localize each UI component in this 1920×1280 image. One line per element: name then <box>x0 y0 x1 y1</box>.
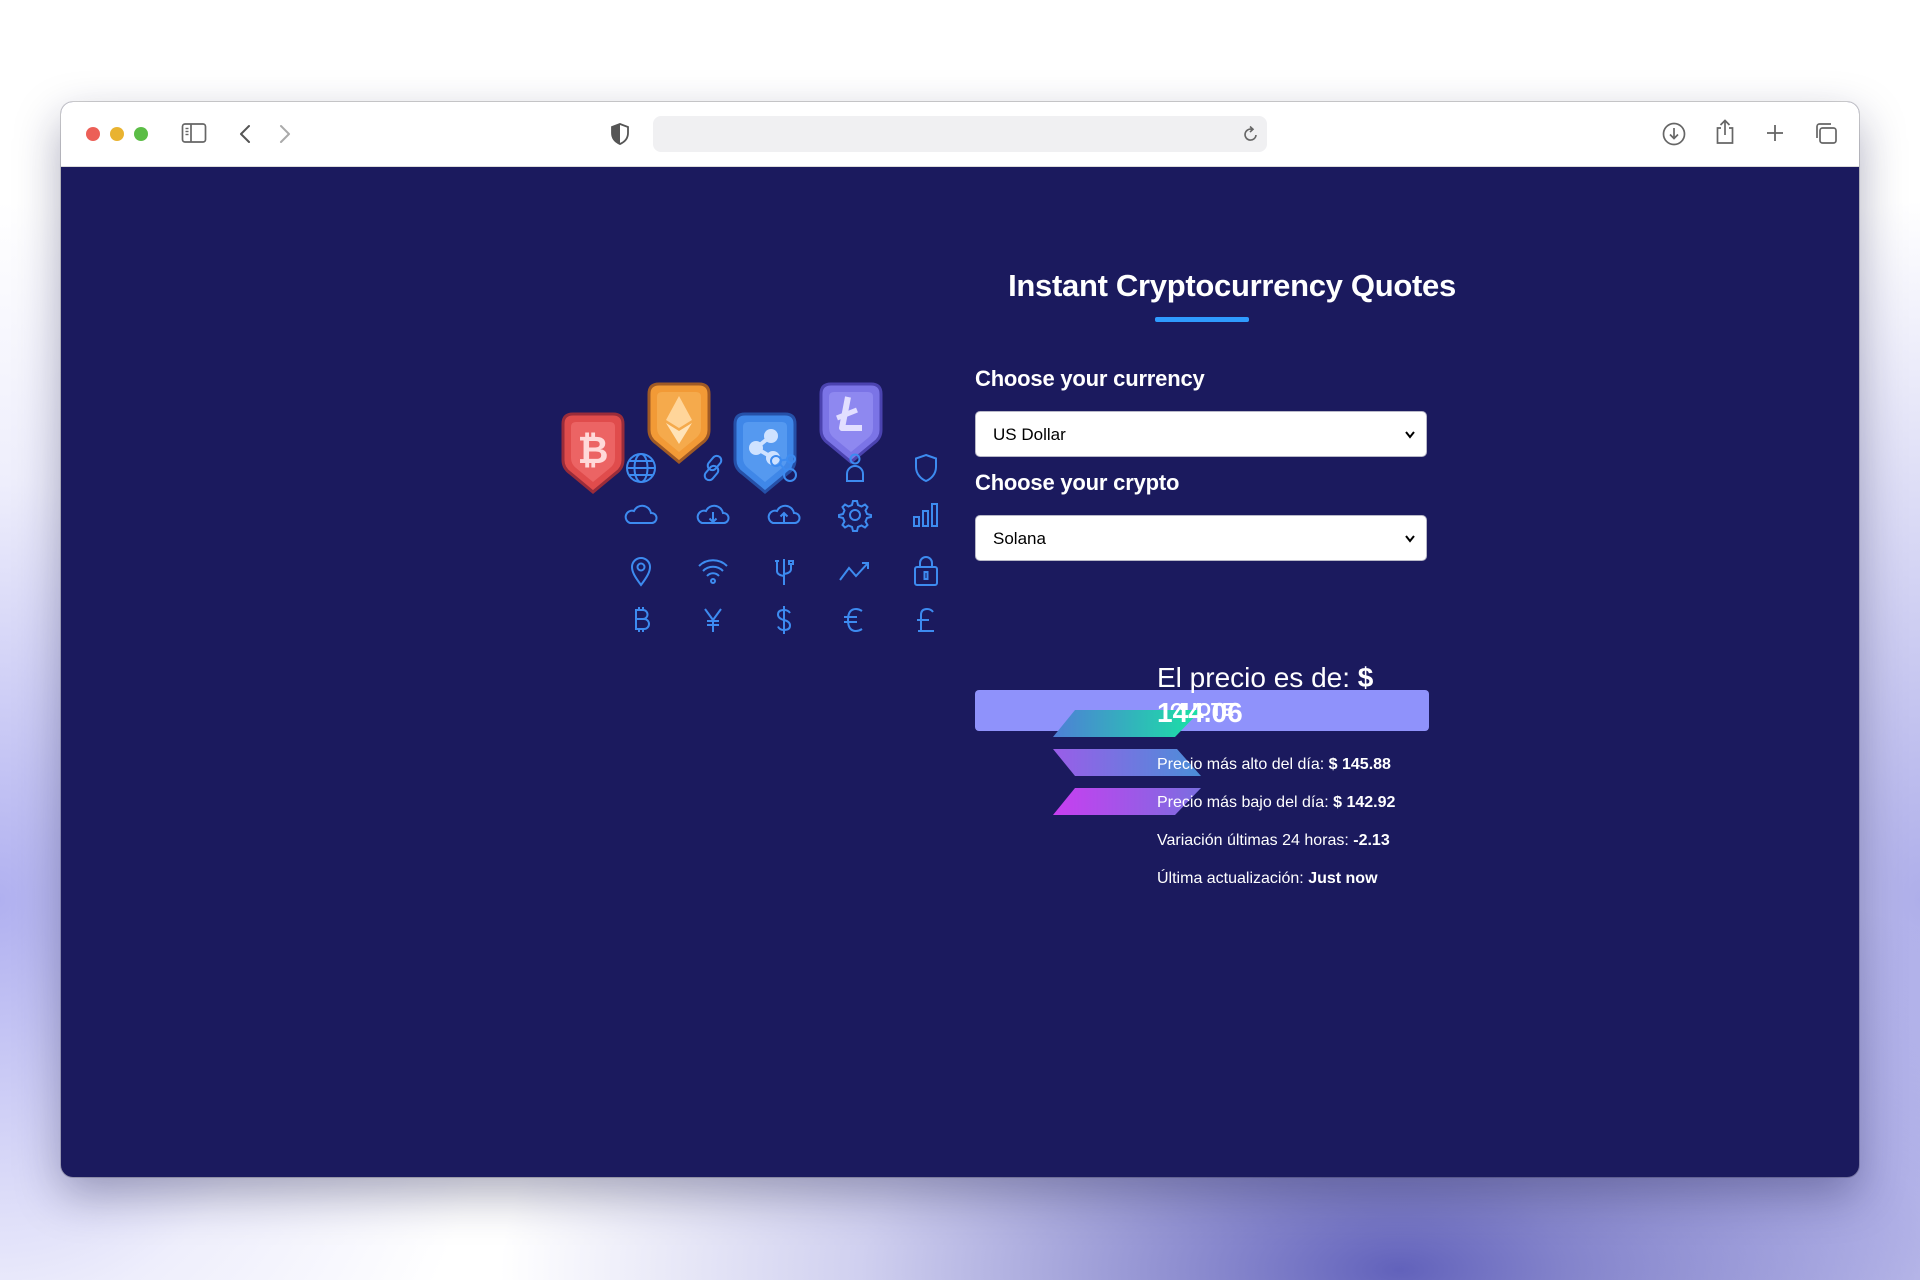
high-price-label: Precio más alto del día: <box>1157 756 1325 773</box>
maximize-window-button[interactable] <box>134 127 148 141</box>
back-icon[interactable] <box>237 122 253 146</box>
network-icon <box>764 448 804 488</box>
link-icon <box>693 448 733 488</box>
last-updated-row: Última actualización: Just now <box>1157 870 1378 888</box>
high-price-row: Precio más alto del día: $ 145.88 <box>1157 756 1391 774</box>
chevron-down-icon <box>1405 431 1415 439</box>
usb-icon <box>764 551 804 591</box>
bitcoin-symbol-icon <box>621 600 661 640</box>
currency-select-value: US Dollar <box>993 425 1066 444</box>
pound-icon <box>906 600 946 640</box>
crypto-select-value: Solana <box>993 529 1046 548</box>
browser-toolbar <box>61 102 1859 167</box>
cloud-icon <box>621 495 661 535</box>
yen-icon <box>693 600 733 640</box>
change-row: Variación últimas 24 horas: -2.13 <box>1157 832 1390 850</box>
user-icon <box>835 448 875 488</box>
reload-icon[interactable] <box>1243 125 1259 143</box>
bitcoin-badge-icon: ₿ <box>561 412 625 494</box>
chevron-down-icon <box>1405 535 1415 543</box>
new-tab-icon[interactable] <box>1764 122 1786 144</box>
low-price-row: Precio más bajo del día: $ 142.92 <box>1157 794 1395 812</box>
minimize-window-button[interactable] <box>110 127 124 141</box>
euro-icon <box>835 600 875 640</box>
privacy-shield-icon[interactable] <box>609 122 631 146</box>
tabs-overview-icon[interactable] <box>1813 121 1839 147</box>
change-value: -2.13 <box>1353 832 1390 849</box>
globe-icon <box>621 448 661 488</box>
price-label: El precio es de: <box>1157 662 1350 693</box>
low-price-label: Precio más bajo del día: <box>1157 794 1329 811</box>
currency-label: Choose your currency <box>975 366 1205 391</box>
browser-window: ₿ Instant Cryptocurrency Quotes Choose y… <box>61 102 1859 1177</box>
trend-up-icon <box>835 551 875 591</box>
title-underline <box>1155 317 1249 322</box>
crypto-select[interactable]: Solana <box>975 515 1427 561</box>
cloud-upload-icon <box>764 495 804 535</box>
wifi-icon <box>693 551 733 591</box>
address-bar[interactable] <box>653 116 1267 152</box>
shield-icon <box>906 448 946 488</box>
bar-chart-icon <box>906 495 946 535</box>
last-updated-label: Última actualización: <box>1157 870 1304 887</box>
share-icon[interactable] <box>1714 118 1736 146</box>
padlock-icon <box>906 551 946 591</box>
forward-icon[interactable] <box>277 122 293 146</box>
sidebar-icon[interactable] <box>181 122 207 144</box>
page-title: Instant Cryptocurrency Quotes <box>1008 268 1456 303</box>
gear-icon <box>835 495 875 535</box>
price-headline: El precio es de: $ 144.06 <box>1157 660 1447 730</box>
svg-text:₿: ₿ <box>578 430 609 472</box>
currency-select[interactable]: US Dollar <box>975 411 1427 457</box>
location-pin-icon <box>621 551 661 591</box>
download-icon[interactable] <box>1661 121 1687 147</box>
low-price-value: $ 142.92 <box>1333 794 1396 811</box>
dollar-icon <box>764 600 804 640</box>
change-label: Variación últimas 24 horas: <box>1157 832 1349 849</box>
page-content: ₿ Instant Cryptocurrency Quotes Choose y… <box>61 166 1859 1177</box>
close-window-button[interactable] <box>86 127 100 141</box>
high-price-value: $ 145.88 <box>1328 756 1391 773</box>
last-updated-value: Just now <box>1308 870 1378 887</box>
crypto-label: Choose your crypto <box>975 470 1180 495</box>
cloud-download-icon <box>693 495 733 535</box>
